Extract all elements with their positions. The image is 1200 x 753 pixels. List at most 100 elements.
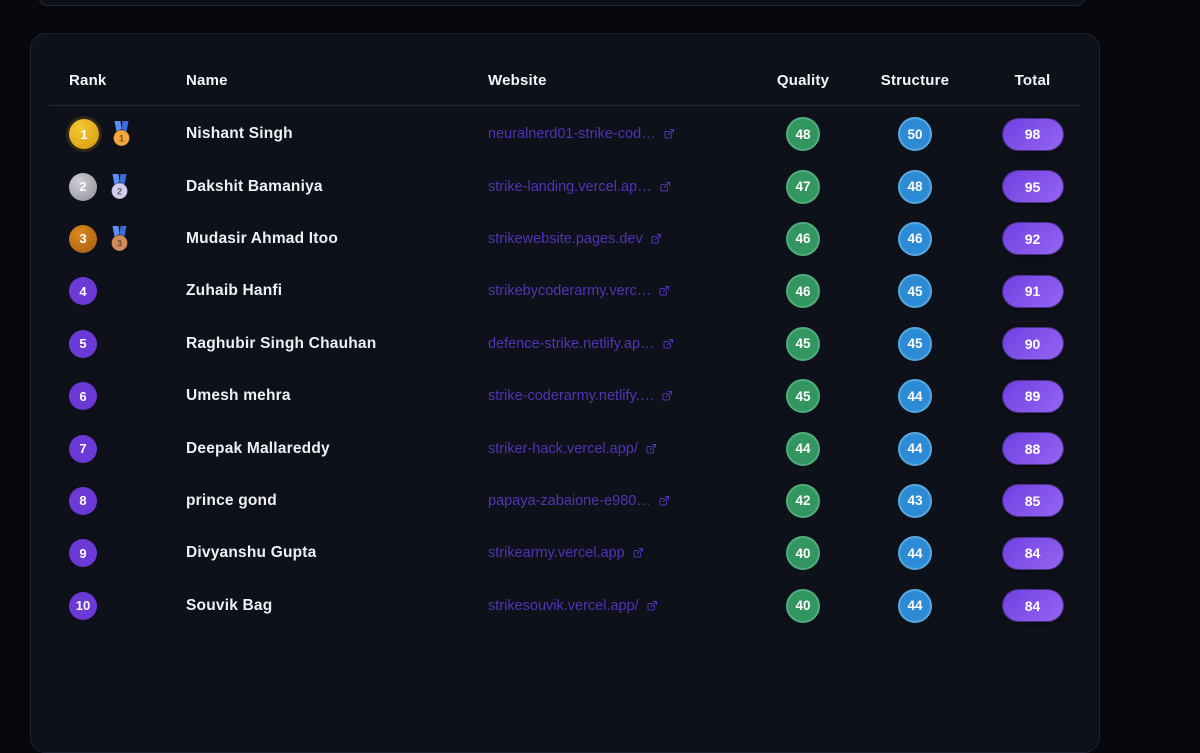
- external-link-icon: [659, 286, 670, 296]
- structure-score-badge: 44: [898, 588, 932, 623]
- rank-cell: 7: [49, 434, 186, 463]
- structure-score-badge: 45: [898, 326, 932, 361]
- total-score-badge: 84: [1002, 590, 1063, 622]
- external-link-icon: [662, 391, 673, 401]
- website-link[interactable]: strike-landing.vercel.ap…: [488, 179, 671, 195]
- quality-score-badge: 42: [786, 483, 820, 518]
- quality-score-badge: 40: [786, 588, 820, 623]
- rank-badge: 2: [69, 172, 97, 201]
- structure-score-badge: 45: [898, 274, 932, 309]
- structure-cell: 45: [848, 326, 982, 361]
- bronze-medal-icon: 3: [111, 225, 128, 252]
- rank-badge: 9: [69, 539, 97, 568]
- external-link-icon: [651, 233, 661, 244]
- table-row: 4 Zuhaib Hanfi strikebycoderarmy.verc… 46 45…: [49, 265, 1081, 317]
- rank-badge: 8: [69, 486, 97, 515]
- website-link[interactable]: striker-hack.vercel.app/: [488, 441, 657, 457]
- website-link[interactable]: strikewebsite.pages.dev: [488, 231, 662, 247]
- structure-score-badge: 44: [898, 536, 932, 571]
- table-row: 1 1 Nishant Singh neuralnerd01-strike-cod… 4…: [49, 108, 1081, 160]
- website-link-text: strikebycoderarmy.verc…: [488, 283, 652, 300]
- total-score-badge: 85: [1002, 485, 1063, 517]
- leaderboard-card: Rank Name Website Quality Structure Total 11N…: [30, 33, 1100, 753]
- table-row: 6 Umesh mehra strike-coderarmy.netlify.… 45…: [49, 370, 1081, 422]
- quality-score-badge: 46: [786, 221, 820, 256]
- previous-card-bottom-edge: [38, 0, 1086, 6]
- rank-badge: 10: [69, 591, 97, 620]
- quality-cell: 46: [758, 274, 848, 309]
- rank-badge: 5: [69, 329, 97, 358]
- website-link[interactable]: defence-strike.netlify.ap…: [488, 336, 674, 352]
- participant-name: Deepak Mallareddy: [186, 439, 330, 457]
- website-link[interactable]: strikebycoderarmy.verc…: [488, 283, 670, 299]
- rank-cell: 4: [49, 277, 186, 306]
- total-cell: 84: [982, 537, 1083, 569]
- rank-cell: 33: [49, 224, 186, 253]
- website-cell: strikearmy.vercel.app: [488, 545, 758, 561]
- participant-name: Nishant Singh: [186, 125, 293, 143]
- participant-name: Dakshit Bamaniya: [186, 177, 323, 195]
- structure-score-badge: 48: [898, 169, 932, 204]
- rank-badge: 4: [69, 277, 97, 306]
- quality-score-badge: 45: [786, 326, 820, 361]
- website-link-text: defence-strike.netlify.ap…: [488, 335, 655, 352]
- table-row: 8 prince gond papaya-zabaione-e980… 42 43 85: [49, 475, 1081, 527]
- rank-badge: 3: [69, 224, 97, 253]
- website-link[interactable]: papaya-zabaione-e980…: [488, 493, 670, 509]
- website-cell: strikebycoderarmy.verc…: [488, 283, 758, 299]
- structure-cell: 50: [848, 117, 982, 152]
- table-row: 10 Souvik Bag strikesouvik.vercel.app/40 44…: [49, 580, 1081, 632]
- external-link-icon: [646, 443, 656, 454]
- total-cell: 85: [982, 485, 1083, 517]
- website-cell: defence-strike.netlify.ap…: [488, 336, 758, 352]
- total-score-badge: 84: [1002, 537, 1063, 569]
- structure-cell: 43: [848, 483, 982, 518]
- total-score-badge: 88: [1002, 433, 1063, 465]
- total-score-badge: 98: [1002, 118, 1063, 150]
- structure-cell: 44: [848, 536, 982, 571]
- leaderboard-table: Rank Name Website Quality Structure Total 11N…: [31, 34, 1099, 632]
- quality-score-badge: 40: [786, 536, 820, 571]
- rank-badge: 6: [69, 382, 97, 411]
- column-header-structure: Structure: [880, 72, 950, 89]
- website-link-text: papaya-zabaione-e980…: [488, 492, 651, 509]
- website-link[interactable]: neuralnerd01-strike-cod…: [488, 126, 675, 142]
- website-link[interactable]: strike-coderarmy.netlify.…: [488, 388, 673, 404]
- rank-cell: 6: [49, 382, 186, 411]
- quality-cell: 40: [758, 588, 848, 623]
- total-cell: 91: [982, 275, 1083, 307]
- total-cell: 84: [982, 590, 1083, 622]
- table-row: 3 3 Mudasir Ahmad Itoo strikewebsite.pages.…: [49, 213, 1081, 265]
- total-score-badge: 91: [1002, 275, 1063, 307]
- svg-text:1: 1: [119, 134, 124, 144]
- external-link-icon: [633, 548, 643, 558]
- website-link[interactable]: strikesouvik.vercel.app/: [488, 598, 658, 614]
- table-row: 7 Deepak Mallareddy striker-hack.vercel.ap…: [49, 422, 1081, 474]
- table-header-row: Rank Name Website Quality Structure Total: [49, 34, 1081, 106]
- rank-cell: 22: [49, 172, 186, 201]
- quality-score-badge: 44: [786, 431, 820, 466]
- silver-medal-icon: 2: [111, 173, 128, 200]
- external-link-icon: [647, 600, 657, 611]
- table-row: 5 Raghubir Singh Chauhan defence-strike.ne…: [49, 318, 1081, 370]
- quality-cell: 47: [758, 169, 848, 204]
- rank-cell: 11: [49, 119, 186, 150]
- svg-text:3: 3: [117, 238, 122, 248]
- website-link[interactable]: strikearmy.vercel.app: [488, 545, 644, 561]
- website-cell: papaya-zabaione-e980…: [488, 493, 758, 509]
- quality-score-badge: 48: [786, 117, 820, 152]
- total-cell: 89: [982, 380, 1083, 412]
- total-score-badge: 90: [1002, 328, 1063, 360]
- website-cell: strike-landing.vercel.ap…: [488, 179, 758, 195]
- website-link-text: strikesouvik.vercel.app/: [488, 597, 639, 614]
- external-link-icon: [664, 129, 674, 139]
- quality-cell: 45: [758, 326, 848, 361]
- quality-cell: 40: [758, 536, 848, 571]
- total-score-badge: 92: [1002, 223, 1063, 255]
- quality-score-badge: 46: [786, 274, 820, 309]
- total-cell: 98: [982, 118, 1083, 150]
- leaderboard-rows: 1 1 Nishant Singh neuralnerd01-strike-cod… 4…: [49, 106, 1081, 632]
- total-cell: 92: [982, 223, 1083, 255]
- quality-score-badge: 45: [786, 379, 820, 414]
- total-cell: 90: [982, 328, 1083, 360]
